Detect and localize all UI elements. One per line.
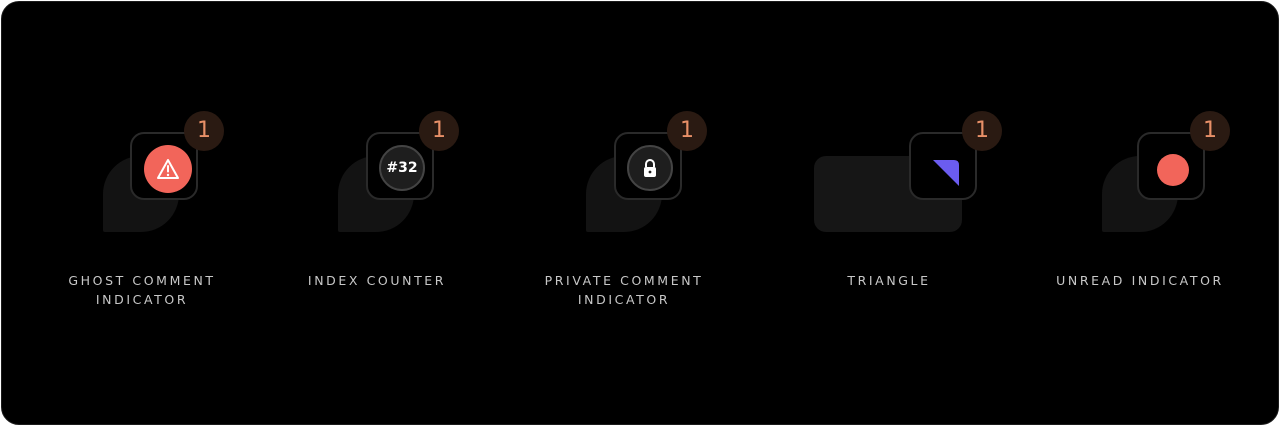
label-line-2: INDICATOR <box>95 292 189 307</box>
count-badge: 1 <box>962 111 1002 151</box>
triangle-icon <box>933 160 959 186</box>
count-badge: 1 <box>419 111 459 151</box>
dot-icon <box>1157 154 1189 186</box>
label-line-1: GHOST COMMENT <box>68 273 216 288</box>
label-line-1: TRIANGLE <box>847 273 931 288</box>
warning-icon <box>144 145 192 193</box>
canvas: 1 GHOST COMMENT INDICATOR #32 1 INDEX CO… <box>1 1 1279 425</box>
count-badge: 1 <box>184 111 224 151</box>
lock-icon <box>627 145 673 191</box>
item-label: UNREAD INDICATOR <box>1040 271 1240 290</box>
label-line-2: INDICATOR <box>577 292 671 307</box>
item-label: INDEX COUNTER <box>277 271 477 290</box>
count-badge: 1 <box>667 111 707 151</box>
item-label: PRIVATE COMMENT INDICATOR <box>524 271 724 309</box>
label-line-1: UNREAD INDICATOR <box>1056 273 1224 288</box>
index-counter-badge: #32 <box>379 145 425 191</box>
count-badge: 1 <box>1190 111 1230 151</box>
item-label: TRIANGLE <box>789 271 989 290</box>
item-label: GHOST COMMENT INDICATOR <box>42 271 242 309</box>
label-line-1: INDEX COUNTER <box>307 273 447 288</box>
label-line-1: PRIVATE COMMENT <box>544 273 704 288</box>
